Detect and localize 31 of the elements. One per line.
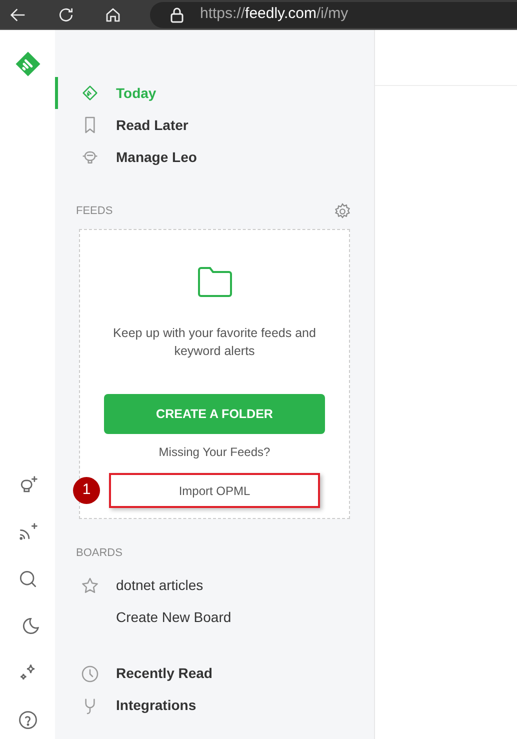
nav-item[interactable]: Integrations [55, 690, 374, 722]
board-label: dotnet articles [116, 576, 204, 595]
nav-label: Today [116, 84, 156, 103]
empty-message: Keep up with your favorite feeds and keyword alerts [112, 325, 317, 360]
board-item[interactable]: Create New Board [55, 602, 374, 634]
lock-icon [170, 6, 184, 22]
missing-feeds-text: Missing Your Feeds? [158, 444, 270, 461]
help-icon[interactable] [16, 709, 38, 731]
section-heading: BOARDS [75, 546, 124, 561]
clock-icon [80, 664, 100, 684]
diamond-icon [80, 83, 100, 103]
feed-add-icon[interactable] [16, 521, 38, 543]
logo-icon[interactable] [14, 50, 42, 78]
folder-icon [196, 266, 232, 298]
nav-item[interactable]: Read Later [55, 109, 374, 141]
nav-label: Integrations [116, 696, 196, 715]
step-badge: 1 [73, 477, 100, 504]
star-icon [80, 576, 100, 596]
section-heading: FEEDS [76, 204, 113, 220]
home-icon[interactable] [104, 6, 122, 24]
url-text: https://feedly.com/i/my [200, 4, 348, 24]
import-opml-link[interactable]: Import OPML [109, 473, 320, 508]
address-bar[interactable]: https://feedly.com/i/my [150, 2, 517, 28]
settings-icon[interactable] [333, 202, 352, 221]
board-label: Create New Board [116, 608, 232, 627]
nav-label: Read Later [116, 116, 188, 134]
nav-item[interactable]: Recently Read [55, 658, 374, 690]
nav-label: Recently Read [116, 664, 212, 683]
nav-label: Manage Leo [116, 148, 197, 167]
nav-item[interactable]: Manage Leo [55, 141, 374, 173]
board-item[interactable]: dotnet articles [55, 570, 374, 602]
